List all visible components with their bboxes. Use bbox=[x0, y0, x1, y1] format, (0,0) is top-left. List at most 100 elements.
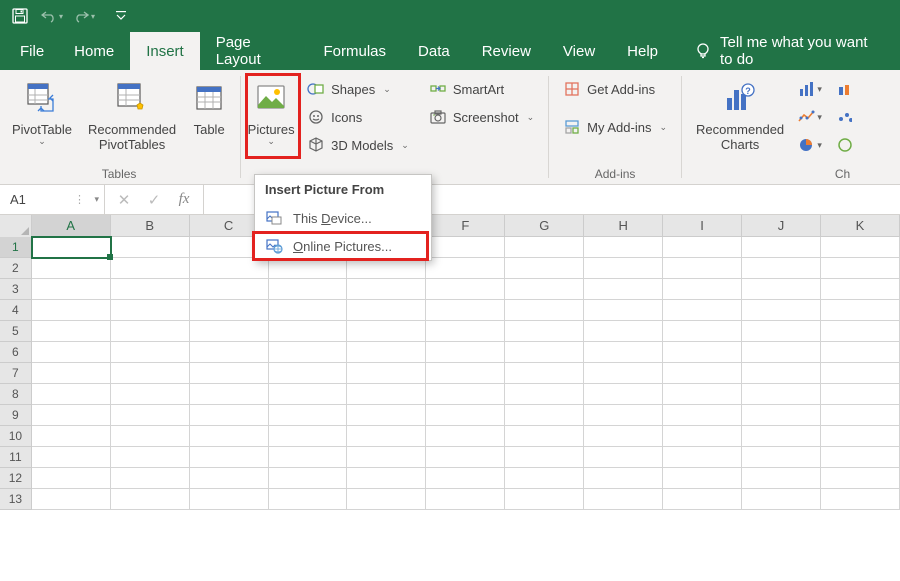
pie-chart-button[interactable]: ▾ bbox=[794, 132, 826, 158]
cell[interactable] bbox=[111, 279, 190, 300]
cell[interactable] bbox=[347, 405, 426, 426]
cell[interactable] bbox=[269, 321, 348, 342]
cell[interactable] bbox=[584, 279, 663, 300]
cell[interactable] bbox=[742, 342, 821, 363]
cell[interactable] bbox=[505, 342, 584, 363]
my-addins-button[interactable]: My Add-ins ⌄ bbox=[557, 114, 673, 140]
col-header-G[interactable]: G bbox=[505, 215, 584, 236]
cell[interactable] bbox=[426, 300, 505, 321]
cell[interactable] bbox=[505, 363, 584, 384]
cell[interactable] bbox=[269, 384, 348, 405]
cell[interactable] bbox=[426, 237, 505, 258]
cell[interactable] bbox=[663, 384, 742, 405]
tell-me-search[interactable]: Tell me what you want to do bbox=[684, 32, 894, 70]
cell[interactable] bbox=[111, 258, 190, 279]
cell[interactable] bbox=[426, 279, 505, 300]
cell[interactable] bbox=[663, 300, 742, 321]
qat-customize-icon[interactable] bbox=[112, 3, 130, 29]
cell[interactable] bbox=[426, 384, 505, 405]
cell[interactable] bbox=[742, 237, 821, 258]
cell[interactable] bbox=[821, 321, 900, 342]
cell[interactable] bbox=[190, 342, 269, 363]
cell[interactable] bbox=[111, 342, 190, 363]
cell[interactable] bbox=[663, 426, 742, 447]
cell[interactable] bbox=[505, 405, 584, 426]
cell[interactable] bbox=[190, 363, 269, 384]
cell[interactable] bbox=[505, 321, 584, 342]
cell[interactable] bbox=[111, 468, 190, 489]
redo-button[interactable]: ▾ bbox=[70, 3, 98, 29]
row-header[interactable]: 13 bbox=[0, 489, 32, 510]
tab-help[interactable]: Help bbox=[611, 32, 674, 70]
col-header-F[interactable]: F bbox=[426, 215, 505, 236]
cell[interactable] bbox=[32, 447, 111, 468]
cell[interactable] bbox=[505, 279, 584, 300]
cell[interactable] bbox=[190, 258, 269, 279]
name-box[interactable]: A1 ⋮ ▾ bbox=[0, 185, 105, 214]
this-device-menu-item[interactable]: This Device... bbox=[255, 204, 431, 232]
cell[interactable] bbox=[190, 468, 269, 489]
cell[interactable] bbox=[347, 258, 426, 279]
cell[interactable] bbox=[426, 363, 505, 384]
online-pictures-menu-item[interactable]: Online Pictures... bbox=[255, 232, 431, 260]
cell[interactable] bbox=[584, 300, 663, 321]
cell[interactable] bbox=[821, 300, 900, 321]
cell[interactable] bbox=[190, 384, 269, 405]
recommended-charts-button[interactable]: ? RecommendedCharts bbox=[690, 74, 790, 154]
tab-formulas[interactable]: Formulas bbox=[308, 32, 403, 70]
area-chart-button[interactable] bbox=[830, 104, 852, 130]
cell[interactable] bbox=[742, 258, 821, 279]
cell[interactable] bbox=[742, 384, 821, 405]
cell[interactable] bbox=[821, 489, 900, 510]
row-header[interactable]: 12 bbox=[0, 468, 32, 489]
cell[interactable] bbox=[742, 279, 821, 300]
cell[interactable] bbox=[821, 237, 900, 258]
cell[interactable] bbox=[821, 384, 900, 405]
cell[interactable] bbox=[269, 426, 348, 447]
row-header[interactable]: 6 bbox=[0, 342, 32, 363]
cell[interactable] bbox=[584, 405, 663, 426]
col-header-K[interactable]: K bbox=[821, 215, 900, 236]
cell[interactable] bbox=[584, 321, 663, 342]
cell[interactable] bbox=[663, 258, 742, 279]
col-header-J[interactable]: J bbox=[742, 215, 821, 236]
3d-models-button[interactable]: 3D Models ⌄ bbox=[301, 132, 415, 158]
cell[interactable] bbox=[347, 468, 426, 489]
cell[interactable] bbox=[663, 342, 742, 363]
cell[interactable] bbox=[111, 237, 190, 258]
cell[interactable] bbox=[426, 258, 505, 279]
cell[interactable] bbox=[111, 405, 190, 426]
row-header[interactable]: 9 bbox=[0, 405, 32, 426]
row-header[interactable]: 2 bbox=[0, 258, 32, 279]
cell[interactable] bbox=[347, 363, 426, 384]
row-header[interactable]: 11 bbox=[0, 447, 32, 468]
cell[interactable] bbox=[32, 300, 111, 321]
column-chart-button[interactable]: ▾ bbox=[794, 76, 826, 102]
cell[interactable] bbox=[584, 468, 663, 489]
col-header-A[interactable]: A bbox=[32, 215, 111, 236]
cell[interactable] bbox=[505, 384, 584, 405]
cell[interactable] bbox=[742, 363, 821, 384]
cell[interactable] bbox=[505, 426, 584, 447]
hierarchy-chart-button[interactable]: ▾ bbox=[794, 104, 826, 130]
icons-button[interactable]: Icons bbox=[301, 104, 415, 130]
col-header-B[interactable]: B bbox=[111, 215, 190, 236]
cell[interactable] bbox=[584, 489, 663, 510]
cell[interactable] bbox=[347, 384, 426, 405]
cell[interactable] bbox=[821, 426, 900, 447]
cell[interactable] bbox=[663, 468, 742, 489]
screenshot-button[interactable]: Screenshot ⌄ bbox=[423, 104, 540, 130]
cell[interactable] bbox=[32, 468, 111, 489]
cell[interactable] bbox=[32, 426, 111, 447]
cell[interactable] bbox=[663, 405, 742, 426]
table-button[interactable]: Table bbox=[186, 74, 232, 139]
tab-file[interactable]: File bbox=[6, 32, 58, 70]
get-addins-button[interactable]: Get Add-ins bbox=[557, 76, 673, 102]
spreadsheet-grid[interactable]: A B C D E F G H I J K 12345678910111213 bbox=[0, 215, 900, 581]
cell[interactable] bbox=[347, 342, 426, 363]
row-header[interactable]: 5 bbox=[0, 321, 32, 342]
tab-page-layout[interactable]: Page Layout bbox=[200, 32, 308, 70]
cell[interactable] bbox=[505, 489, 584, 510]
cell[interactable] bbox=[190, 279, 269, 300]
cell[interactable] bbox=[32, 489, 111, 510]
